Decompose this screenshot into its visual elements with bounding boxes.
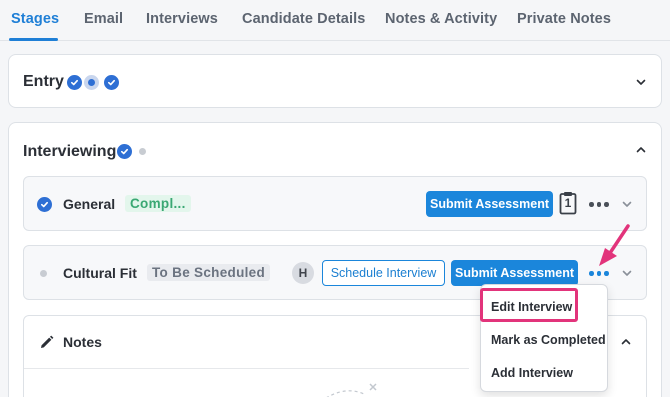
interview-row-general[interactable]: General Compl... Submit Assessment 1 xyxy=(23,176,647,231)
interview-title: General xyxy=(63,196,116,212)
tab-candidate-details[interactable]: Candidate Details xyxy=(242,11,365,27)
tab-private-notes[interactable]: Private Notes xyxy=(517,11,611,27)
avatar: H xyxy=(292,262,314,284)
chevron-down-icon[interactable] xyxy=(621,198,633,210)
tab-interviews[interactable]: Interviews xyxy=(146,11,218,27)
menu-item-add-interview[interactable]: Add Interview xyxy=(491,366,573,380)
chevron-up-icon[interactable] xyxy=(620,336,632,348)
submit-assessment-button[interactable]: Submit Assessment xyxy=(451,260,578,286)
chevron-down-icon[interactable] xyxy=(635,76,647,88)
submit-assessment-button[interactable]: Submit Assessment xyxy=(426,191,553,217)
chevron-up-icon[interactable] xyxy=(635,144,647,156)
entry-stage-card[interactable]: Entry xyxy=(8,54,662,108)
active-tab-indicator xyxy=(9,38,58,41)
status-badge: To Be Scheduled xyxy=(147,264,271,281)
assessment-count: 1 xyxy=(564,196,572,210)
pencil-icon xyxy=(41,335,54,348)
divider xyxy=(24,368,469,369)
check-icon xyxy=(117,144,132,159)
pending-step-icon xyxy=(139,148,146,155)
entry-stage-title: Entry xyxy=(23,73,64,90)
interviewing-stage-title: Interviewing xyxy=(23,143,117,160)
tab-bar: Stages Email Interviews Candidate Detail… xyxy=(0,0,670,41)
more-options-icon[interactable] xyxy=(589,202,609,207)
check-icon xyxy=(104,75,119,90)
check-icon xyxy=(67,75,82,90)
pending-step-icon xyxy=(40,270,47,277)
empty-state-illustration xyxy=(326,383,377,397)
highlight-box xyxy=(480,288,578,322)
status-badge: Compl... xyxy=(125,195,191,212)
interview-title: Cultural Fit xyxy=(63,265,137,281)
tab-stages[interactable]: Stages xyxy=(11,11,59,27)
notes-title: Notes xyxy=(63,334,102,350)
current-step-icon xyxy=(84,75,99,90)
tab-notes-activity[interactable]: Notes & Activity xyxy=(385,11,497,27)
annotation-arrow-icon xyxy=(599,224,630,266)
tab-email[interactable]: Email xyxy=(84,11,123,27)
check-icon xyxy=(37,197,52,212)
menu-item-mark-as-completed[interactable]: Mark as Completed xyxy=(491,333,606,347)
schedule-interview-button[interactable]: Schedule Interview xyxy=(322,260,445,286)
